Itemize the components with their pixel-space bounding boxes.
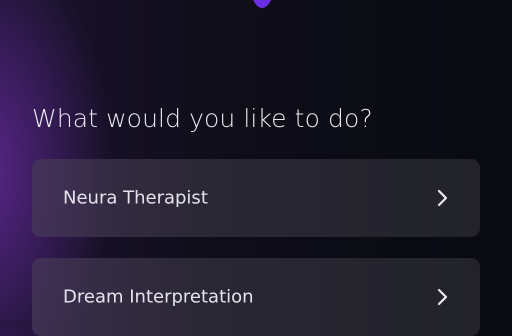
page-title: What would you like to do? — [32, 104, 373, 133]
chevron-right-icon — [437, 189, 448, 207]
option-label: Dream Interpretation — [63, 286, 254, 308]
option-neura-therapist[interactable]: Neura Therapist — [32, 159, 480, 237]
app-logo-icon — [253, 0, 272, 9]
option-label: Neura Therapist — [63, 187, 208, 209]
chevron-right-icon — [437, 288, 448, 306]
option-dream-interpretation[interactable]: Dream Interpretation — [32, 258, 480, 336]
